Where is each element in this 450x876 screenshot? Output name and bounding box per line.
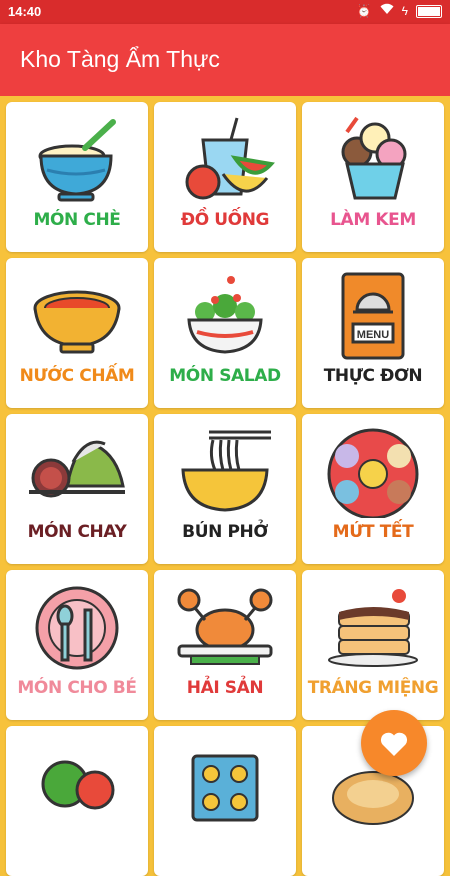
- category-card-mon-chay[interactable]: MÓN CHAY: [6, 414, 148, 564]
- wifi-icon: [380, 3, 394, 19]
- category-label: HẢI SẢN: [186, 678, 264, 698]
- category-card-thuc-don[interactable]: MENU THỰC ĐƠN: [302, 258, 444, 408]
- baby-plate-icon: [35, 586, 119, 670]
- category-card-nuoc-cham[interactable]: NƯỚC CHẤM: [6, 258, 148, 408]
- status-icons: ⏰ ϟ: [357, 3, 442, 19]
- fruit-basket-icon: [41, 760, 115, 810]
- battery-icon: [416, 4, 442, 18]
- category-label: NƯỚC CHẤM: [19, 366, 135, 386]
- category-card-fruit[interactable]: [6, 726, 148, 876]
- category-card-bun-pho[interactable]: BÚN PHỞ: [154, 414, 296, 564]
- pancake-icon: [328, 589, 418, 667]
- category-label: THỰC ĐƠN: [323, 366, 423, 386]
- menu-book-icon: MENU: [341, 272, 405, 360]
- heart-icon: [380, 732, 408, 756]
- category-card-mon-cho-be[interactable]: MÓN CHO BÉ: [6, 570, 148, 720]
- category-label: MÓN CHÈ: [33, 210, 121, 230]
- category-label: MÓN CHAY: [27, 522, 127, 542]
- cookie-tray-icon: [191, 754, 259, 822]
- noodle-bowl-icon: [181, 430, 271, 512]
- status-bar: 14:40 ⏰ ϟ: [0, 0, 450, 24]
- category-label: BÚN PHỞ: [182, 522, 268, 542]
- category-label: MÓN CHO BÉ: [17, 678, 137, 698]
- category-label: MÓN SALAD: [169, 366, 281, 386]
- category-label: ĐỒ UỐNG: [180, 210, 270, 230]
- dipping-sauce-icon: [33, 290, 121, 354]
- crab-dish-icon: [177, 588, 273, 665]
- favorites-fab-button[interactable]: [361, 710, 427, 776]
- svg-text:MENU: MENU: [357, 329, 389, 341]
- category-card-do-uong[interactable]: ĐỒ UỐNG: [154, 102, 296, 252]
- salad-bowl-icon: [187, 276, 263, 354]
- category-label: TRÁNG MIỆNG: [307, 678, 439, 698]
- category-card-mut-tet[interactable]: MỨT TẾT: [302, 414, 444, 564]
- app-title: Kho Tàng Ẩm Thực: [20, 46, 220, 72]
- category-label: MỨT TẾT: [332, 522, 414, 542]
- category-card-lam-kem[interactable]: LÀM KEM: [302, 102, 444, 252]
- category-card-cookie[interactable]: [154, 726, 296, 876]
- dessert-bowl-icon: [38, 119, 116, 202]
- ice-cream-icon: [341, 116, 407, 200]
- category-label: LÀM KEM: [330, 210, 416, 230]
- alarm-icon: ⏰: [356, 4, 372, 18]
- app-bar: Kho Tàng Ẩm Thực: [0, 24, 450, 96]
- candy-tray-icon: [327, 428, 419, 518]
- category-card-mon-che[interactable]: MÓN CHÈ: [6, 102, 148, 252]
- category-grid: MÓN CHÈ ĐỒ UỐNG LÀM KEM NƯỚC CHẤM MÓN SA…: [0, 96, 450, 876]
- category-card-hai-san[interactable]: HẢI SẢN: [154, 570, 296, 720]
- status-time: 14:40: [8, 4, 42, 19]
- charging-icon: ϟ: [401, 4, 408, 18]
- category-card-mon-salad[interactable]: MÓN SALAD: [154, 258, 296, 408]
- drink-fruit-icon: [185, 117, 275, 200]
- category-card-trang-mieng[interactable]: TRÁNG MIỆNG: [302, 570, 444, 720]
- vegetarian-dish-icon: [29, 440, 125, 498]
